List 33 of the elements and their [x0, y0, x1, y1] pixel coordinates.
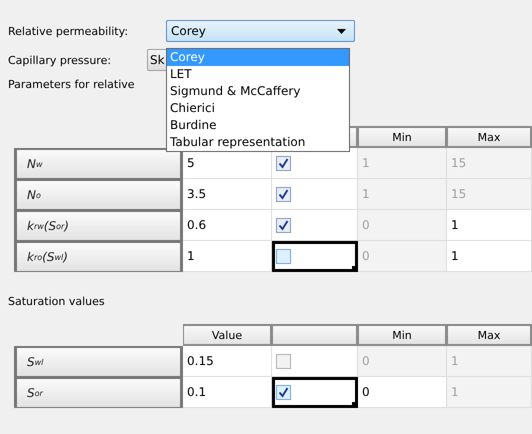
value-cell[interactable]: 1: [183, 241, 272, 272]
checkbox[interactable]: [276, 218, 291, 232]
checkbox[interactable]: [276, 354, 291, 368]
column-header: Max: [447, 126, 532, 148]
dropdown[interactable]: Corey: [166, 20, 355, 42]
column-header: Value: [183, 324, 272, 346]
value-cell[interactable]: 0.1: [183, 377, 272, 408]
checkbox[interactable]: [276, 156, 291, 170]
checkbox-cell[interactable]: [272, 377, 358, 408]
dropdown-arrow-icon: [337, 28, 346, 34]
dropdown-option[interactable]: LET: [167, 66, 349, 83]
column-header: Max: [447, 324, 532, 346]
checkbox[interactable]: [276, 249, 291, 264]
value-cell[interactable]: 0.15: [183, 346, 272, 377]
dropdown-option[interactable]: Burdine: [167, 117, 349, 134]
max-cell[interactable]: 1: [447, 210, 532, 241]
max-cell[interactable]: 1: [447, 241, 532, 272]
dropdown[interactable]: Sk: [147, 49, 166, 71]
section-label: Saturation values: [8, 295, 105, 308]
field-label: Relative permeability:: [8, 24, 130, 38]
dropdown-option[interactable]: Sigmund & McCaffery: [167, 83, 349, 100]
checkbox-cell[interactable]: [272, 241, 358, 272]
dropdown-option[interactable]: Chierici: [167, 100, 349, 117]
checkbox[interactable]: [276, 186, 291, 202]
checkbox[interactable]: [276, 385, 291, 400]
min-cell[interactable]: 0: [358, 377, 447, 408]
dropdown-option[interactable]: Tabular representation: [167, 134, 349, 151]
value-cell[interactable]: 3.5: [183, 179, 272, 210]
value-cell[interactable]: 0.6: [183, 210, 272, 241]
column-header: Min: [358, 126, 447, 148]
section-label: Parameters for relative: [8, 78, 135, 93]
column-header: Min: [358, 324, 447, 346]
field-label: Capillary pressure:: [8, 54, 112, 66]
